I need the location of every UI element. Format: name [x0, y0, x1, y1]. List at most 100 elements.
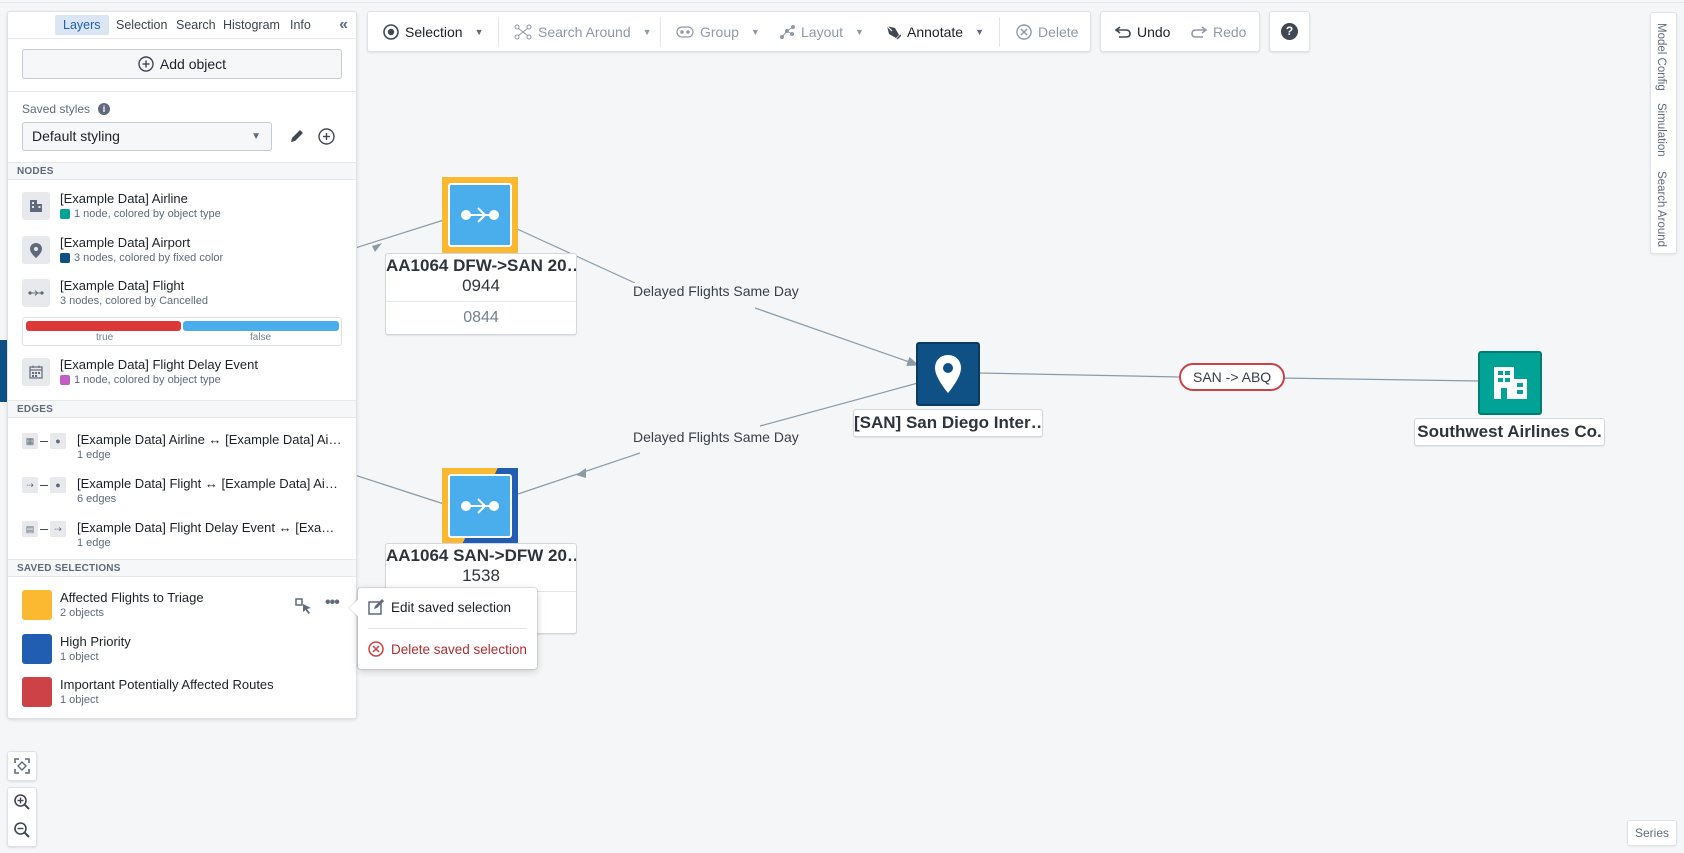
node-layer-airline[interactable]: [Example Data] Airline 1 node, colored b…	[22, 189, 346, 223]
airline-title: Southwest Airlines Co.	[1417, 422, 1602, 441]
tab-model-config[interactable]: Model Config	[1655, 23, 1667, 91]
node-layer-sub: 1 node, colored by object type	[60, 374, 221, 386]
tab-layers[interactable]: Layers	[55, 15, 109, 35]
zoom-out-button[interactable]	[8, 816, 36, 844]
saved-styles-text: Saved styles	[22, 102, 91, 116]
tab-info[interactable]: Info	[282, 15, 319, 35]
add-object-button[interactable]: Add object	[22, 49, 342, 79]
toolbar-divider	[999, 17, 1000, 47]
flight-1-time: 0944	[462, 276, 500, 295]
node-layer-sub: 1 node, colored by object type	[60, 208, 221, 220]
node-layer-airport[interactable]: [Example Data] Airport 3 nodes, colored …	[22, 233, 346, 267]
node-layer-flight-delay-event[interactable]: [Example Data] Flight Delay Event 1 node…	[22, 355, 346, 389]
collapse-panel-icon[interactable]: «	[339, 16, 348, 34]
delete-circle-icon	[368, 641, 384, 657]
selection-title: High Priority	[60, 634, 131, 649]
nodes-section-header: NODES	[8, 162, 356, 180]
redo-label: Redo	[1213, 23, 1247, 40]
fit-to-view-control	[7, 751, 37, 781]
flight-node-2-inner	[448, 474, 512, 538]
target-icon	[383, 23, 399, 40]
edit-saved-selection-item[interactable]: Edit saved selection	[368, 594, 527, 620]
selection-color-swatch	[22, 677, 52, 707]
tab-search-around[interactable]: Search Around	[1655, 171, 1667, 247]
saved-styles-label: Saved styles i	[22, 102, 111, 116]
flight-node-1[interactable]	[442, 177, 518, 253]
fit-view-icon	[14, 758, 30, 774]
map-marker-icon	[22, 236, 50, 264]
edge-route-to-airline	[1277, 377, 1481, 382]
more-options-button[interactable]: •••	[325, 594, 340, 612]
caret-down-icon: ▼	[642, 26, 652, 37]
edge-airport-to-route	[979, 372, 1181, 378]
route-annotation-pill[interactable]: SAN -> ABQ	[1179, 363, 1286, 391]
graph-search-icon	[514, 24, 532, 39]
flight-2-title: AA1064 SAN->DFW 20…	[386, 546, 576, 565]
select-objects-button[interactable]	[295, 598, 313, 619]
saved-selection-important-routes[interactable]: Important Potentially Affected Routes 1 …	[22, 677, 346, 711]
zoom-out-icon	[14, 822, 30, 838]
redo-icon	[1191, 25, 1207, 38]
map-marker-icon: ●	[50, 433, 66, 449]
legend-false-bar[interactable]	[183, 321, 339, 331]
tab-histogram[interactable]: Histogram	[215, 15, 288, 35]
menu-divider	[368, 628, 527, 629]
tab-selection[interactable]: Selection	[108, 15, 175, 35]
layout-button[interactable]: Layout ▼	[779, 12, 864, 51]
group-button[interactable]: Group ▼	[676, 12, 760, 51]
airport-node[interactable]	[916, 342, 980, 406]
calendar-icon: ▤	[22, 521, 38, 537]
map-marker-icon: ●	[50, 477, 66, 493]
help-icon: ?	[1281, 23, 1298, 40]
edge-layer-flight-airport[interactable]: ⇢ ● [Example Data] Flight ↔ [Example Data…	[22, 474, 346, 508]
delete-saved-selection-item[interactable]: Delete saved selection	[368, 636, 527, 662]
selection-count: 2 objects	[60, 607, 105, 619]
fit-to-view-button[interactable]	[8, 752, 36, 780]
saved-selection-high-priority[interactable]: High Priority 1 object	[22, 634, 346, 668]
selection-title: Affected Flights to Triage	[60, 590, 204, 605]
zoom-in-icon	[14, 794, 30, 810]
edge-layer-count: 6 edges	[77, 493, 117, 505]
edges-section-header: EDGES	[8, 400, 356, 418]
delete-button[interactable]: Delete	[1016, 12, 1078, 51]
flight-icon: ⇢	[50, 521, 66, 537]
selection-button[interactable]: Selection ▼	[383, 12, 484, 51]
undo-button[interactable]: Undo	[1115, 12, 1170, 51]
airline-node-label[interactable]: Southwest Airlines Co.	[1414, 418, 1605, 446]
help-button[interactable]: ?	[1281, 12, 1298, 51]
toolbar-divider	[660, 17, 661, 47]
airport-node-label[interactable]: [SAN] San Diego Inter…	[853, 409, 1043, 437]
node-layer-flight[interactable]: [Example Data] Flight 3 nodes, colored b…	[22, 276, 346, 310]
group-icon	[676, 25, 694, 38]
airline-node[interactable]	[1478, 351, 1542, 415]
flight-node-1-label[interactable]: AA1064 DFW->SAN 20… 0944 0844	[385, 253, 577, 335]
saved-selection-affected-flights[interactable]: Affected Flights to Triage 2 objects •••	[22, 590, 346, 624]
search-around-button[interactable]: Search Around ▼	[514, 12, 652, 51]
edge-offscreen-arrow-1	[372, 243, 382, 252]
selection-count: 1 object	[60, 651, 99, 663]
link-dash	[40, 440, 48, 442]
edge-layer-title: [Example Data] Airline ↔ [Example Data] …	[77, 432, 342, 447]
caret-down-icon: ▼	[855, 26, 864, 37]
edge-layer-delay-flight[interactable]: ▤ ⇢ [Example Data] Flight Delay Event ↔ […	[22, 518, 346, 552]
edge-label-delayed-2[interactable]: Delayed Flights Same Day	[629, 429, 803, 445]
add-circle-icon	[318, 128, 335, 145]
map-marker-icon	[935, 355, 961, 393]
legend-true-bar[interactable]	[26, 321, 181, 331]
series-button[interactable]: Series	[1627, 820, 1677, 846]
flight-node-2[interactable]	[442, 468, 518, 544]
tab-simulation[interactable]: Simulation	[1655, 103, 1667, 157]
annotate-button[interactable]: Annotate ▼	[885, 12, 984, 51]
edit-style-button[interactable]	[289, 128, 305, 149]
node-layer-count: 3 nodes, colored by fixed color	[74, 252, 224, 264]
selection-count: 1 object	[60, 694, 99, 706]
info-icon[interactable]: i	[98, 103, 111, 115]
zoom-in-button[interactable]	[8, 788, 36, 816]
redo-button[interactable]: Redo	[1191, 12, 1246, 51]
delete-saved-selection-label: Delete saved selection	[391, 641, 527, 657]
edge-label-delayed-1[interactable]: Delayed Flights Same Day	[629, 283, 803, 299]
flight-icon	[22, 279, 50, 307]
edge-layer-airline-airport[interactable]: ▦ ● [Example Data] Airline ↔ [Example Dat…	[22, 430, 346, 464]
saved-styles-select[interactable]: Default styling ▼	[22, 122, 272, 151]
add-style-button[interactable]	[318, 128, 335, 150]
